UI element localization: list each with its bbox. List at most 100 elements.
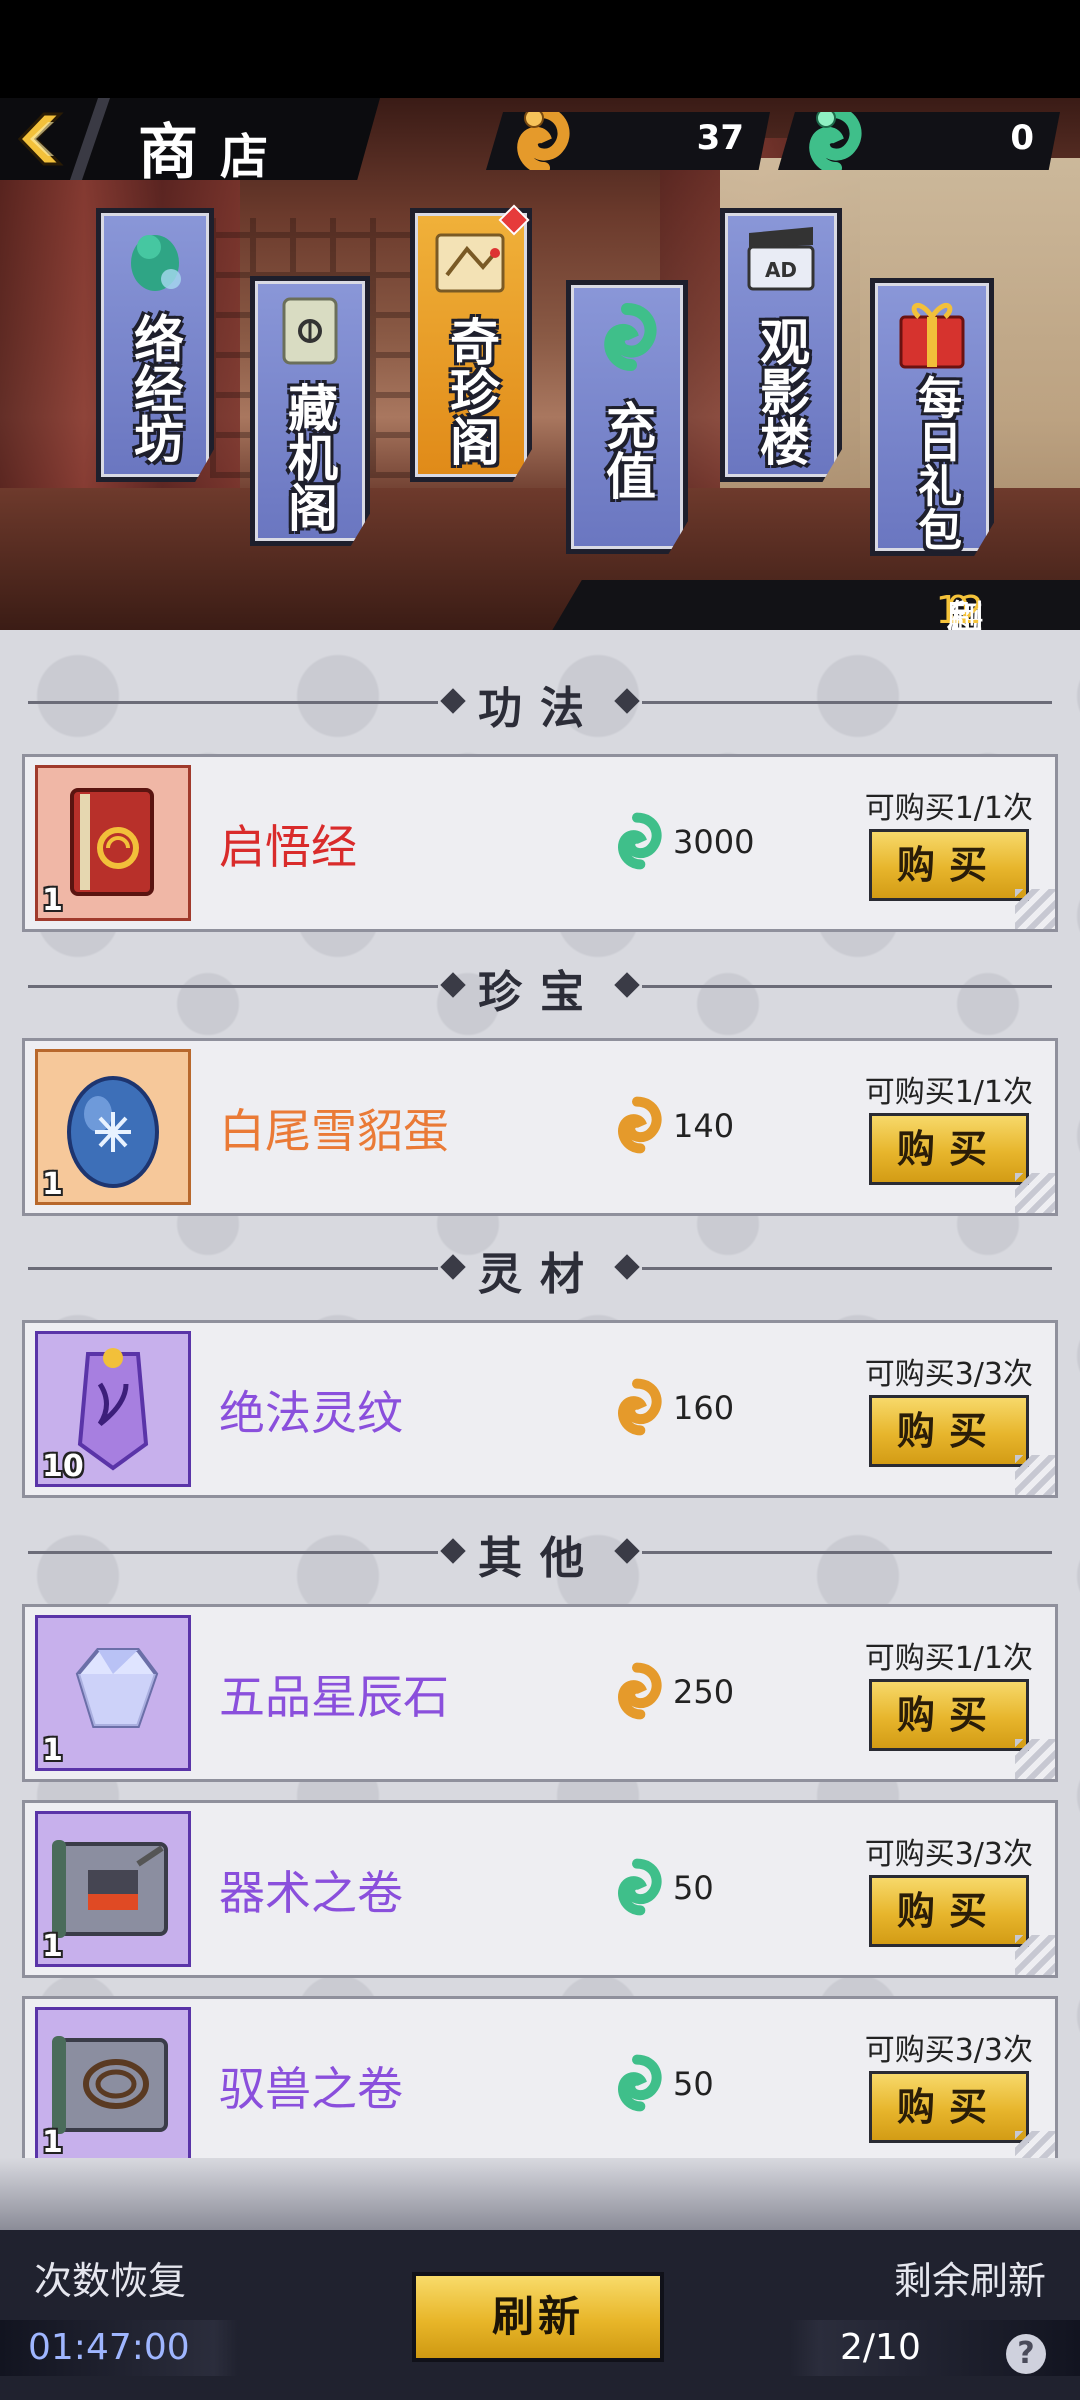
- card-corner-stripe: [1015, 1455, 1055, 1495]
- back-arrow-icon[interactable]: [14, 112, 64, 166]
- card-corner-stripe: [1015, 1173, 1055, 1213]
- divider-line: [642, 1267, 1052, 1270]
- footer-fade: [0, 2158, 1080, 2230]
- top-bar: 商店 37 0: [0, 98, 1080, 188]
- item-price-value: 50: [673, 2065, 714, 2103]
- treasure-map-icon: [435, 233, 505, 293]
- help-icon[interactable]: ?: [1006, 2334, 1046, 2374]
- item-thumbnail[interactable]: 1: [35, 2007, 191, 2158]
- remaining-refresh-label: 剩余刷新: [893, 2259, 1046, 2303]
- card-corner-stripe: [1015, 1739, 1055, 1779]
- jade-coin-icon: [809, 112, 862, 170]
- section-header-gongfa: 功法: [28, 672, 1052, 734]
- item-price-value: 3000: [673, 823, 755, 861]
- refresh-schedule-notice: 每日0点和12点刷新: [550, 580, 1080, 634]
- card-corner-stripe: [1015, 1935, 1055, 1975]
- scroll-icon: [282, 297, 338, 365]
- buy-button[interactable]: 购买: [869, 1395, 1029, 1467]
- tab-label: 藏机阁: [280, 382, 338, 532]
- tab-label: 观影楼: [752, 316, 810, 466]
- ad-clapper-icon: AD: [747, 227, 815, 291]
- item-quantity: 1: [42, 1167, 63, 1202]
- gold-currency-display[interactable]: 37: [486, 112, 770, 170]
- card-corner-stripe: [1015, 2131, 1055, 2158]
- tab-chongzhi[interactable]: 充值: [566, 280, 688, 554]
- section-title: 灵材: [478, 1249, 602, 1300]
- gold-coin-icon: [618, 1096, 662, 1154]
- item-price-value: 140: [673, 1107, 735, 1145]
- section-header-lingcai: 灵材: [28, 1238, 1052, 1300]
- gold-coin-icon: [618, 1662, 662, 1720]
- item-thumbnail[interactable]: 10: [35, 1331, 191, 1487]
- section-title: 功法: [478, 683, 602, 734]
- item-quantity: 1: [42, 1929, 63, 1964]
- item-name: 白尾雪貂蛋: [219, 1104, 449, 1158]
- buy-button[interactable]: 购买: [869, 2071, 1029, 2143]
- tab-label: 络经坊: [126, 313, 184, 463]
- purchase-limit: 可购买1/1次: [864, 791, 1033, 826]
- tab-luojingfang[interactable]: 络经坊: [96, 208, 214, 482]
- page-title-char1: 商: [138, 118, 220, 188]
- recover-label: 次数恢复: [34, 2259, 187, 2303]
- item-quantity: 1: [42, 1733, 63, 1768]
- shop-screen: 商店 37 0 络经坊 藏机阁 奇珍阁 充值 AD 观影楼 每日礼包 每 0 和…: [0, 0, 1080, 2400]
- jade-coin-icon: [618, 1858, 662, 1916]
- purchase-limit: 可购买3/3次: [864, 1357, 1033, 1392]
- item-thumbnail[interactable]: 1: [35, 1811, 191, 1967]
- item-name: 器术之卷: [219, 1866, 403, 1920]
- item-name: 驭兽之卷: [219, 2062, 403, 2116]
- section-header-qita: 其他: [28, 1522, 1052, 1584]
- page-title: 商店: [138, 104, 290, 191]
- shop-item-card: 1 白尾雪貂蛋 140 可购买1/1次 购买: [22, 1038, 1058, 1216]
- divider-line: [642, 701, 1052, 704]
- item-thumbnail[interactable]: 1: [35, 1049, 191, 1205]
- tab-meiri-libao[interactable]: 每日礼包: [870, 278, 994, 556]
- jade-dragon-icon: [131, 235, 181, 291]
- jade-coin-icon: [604, 303, 657, 371]
- page-title-char2: 店: [220, 129, 291, 185]
- item-price-value: 160: [673, 1389, 735, 1427]
- shop-item-card: 1 启悟经 3000 可购买1/1次 购买: [22, 754, 1058, 932]
- jade-currency-value: 0: [1010, 118, 1034, 158]
- shop-item-card: 10 绝法灵纹 160 可购买3/3次 购买: [22, 1320, 1058, 1498]
- tab-label: 每日礼包: [910, 375, 961, 551]
- section-title: 其他: [478, 1533, 602, 1584]
- purchase-limit: 可购买1/1次: [864, 1075, 1033, 1110]
- gold-coin-icon: [517, 112, 570, 170]
- item-name: 启悟经: [219, 820, 357, 874]
- jade-currency-display[interactable]: 0: [778, 112, 1060, 170]
- buy-button[interactable]: 购买: [869, 1113, 1029, 1185]
- item-name: 绝法灵纹: [219, 1386, 403, 1440]
- divider-line: [642, 985, 1052, 988]
- item-quantity: 10: [42, 1449, 84, 1484]
- tab-label: 充值: [598, 400, 656, 500]
- recover-countdown: 01:47:00: [0, 2320, 238, 2376]
- section-header-zhenbao: 珍宝: [28, 956, 1052, 1018]
- item-thumbnail[interactable]: 1: [35, 1615, 191, 1771]
- divider-line: [642, 1551, 1052, 1554]
- shop-item-card: 1 五品星辰石 250 可购买1/1次 购买: [22, 1604, 1058, 1782]
- shop-item-list[interactable]: 功法 1 启悟经 3000 可购买1/1次 购买 珍宝 1 白尾雪貂蛋 140 …: [0, 630, 1080, 2158]
- buy-button[interactable]: 购买: [869, 1679, 1029, 1751]
- tab-label: 奇珍阁: [442, 316, 500, 466]
- svg-text:AD: AD: [765, 258, 797, 282]
- tab-guanyinglou[interactable]: AD 观影楼: [720, 208, 842, 482]
- card-corner-stripe: [1015, 889, 1055, 929]
- jade-coin-icon: [618, 2054, 662, 2112]
- jade-coin-icon: [618, 812, 662, 870]
- gold-currency-value: 37: [696, 118, 744, 158]
- shop-item-card: 1 器术之卷 50 可购买3/3次 购买: [22, 1800, 1058, 1978]
- section-title: 珍宝: [478, 967, 602, 1018]
- purchase-limit: 可购买3/3次: [864, 2033, 1033, 2068]
- item-quantity: 1: [42, 2125, 63, 2158]
- item-quantity: 1: [42, 883, 63, 918]
- item-name: 五品星辰石: [219, 1670, 449, 1724]
- buy-button[interactable]: 购买: [869, 1875, 1029, 1947]
- tab-qizhenge[interactable]: 奇珍阁: [410, 208, 532, 482]
- gift-box-icon: [899, 303, 965, 369]
- buy-button[interactable]: 购买: [869, 829, 1029, 901]
- item-price-value: 50: [673, 1869, 714, 1907]
- refresh-button[interactable]: 刷新: [412, 2272, 664, 2362]
- item-thumbnail[interactable]: 1: [35, 765, 191, 921]
- tab-zangjige[interactable]: 藏机阁: [250, 276, 370, 546]
